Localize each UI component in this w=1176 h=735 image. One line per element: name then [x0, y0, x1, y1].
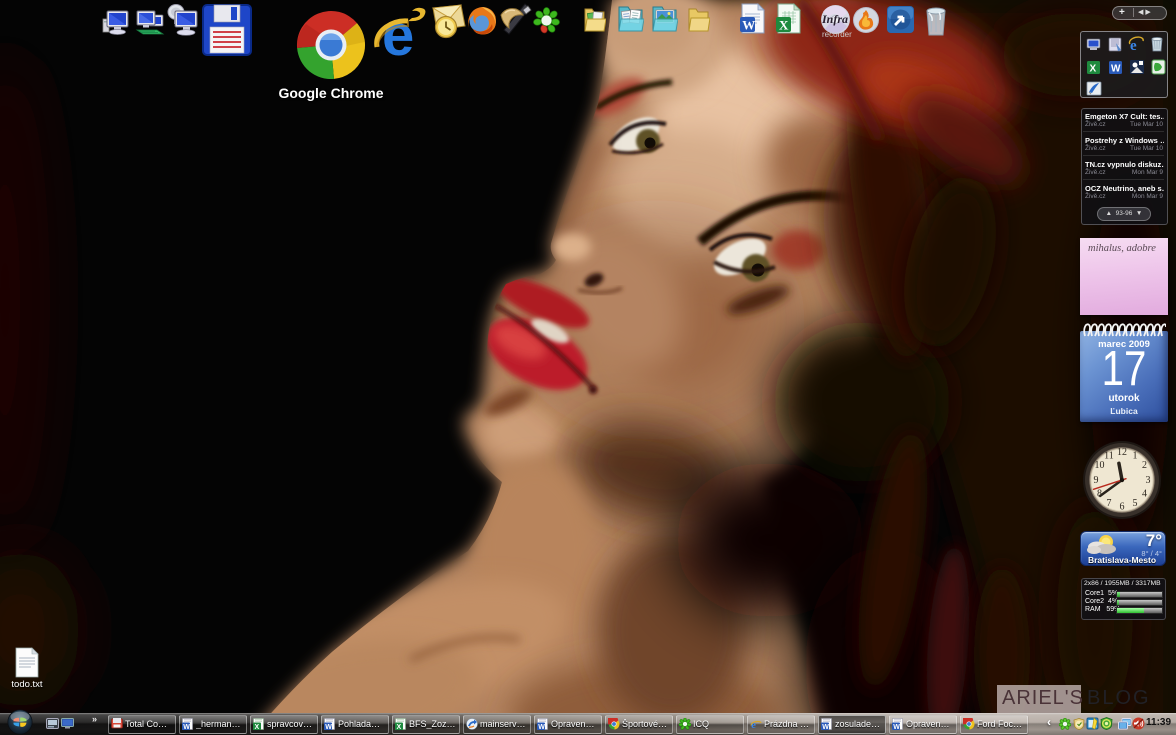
svg-text:2: 2 [1142, 460, 1147, 471]
svg-text:W: W [183, 724, 190, 730]
svg-text:W: W [325, 724, 332, 730]
svg-text:1: 1 [1133, 451, 1138, 462]
svg-text:3: 3 [1146, 475, 1151, 486]
svg-text:W: W [822, 724, 829, 730]
svg-text:X: X [397, 724, 402, 730]
svg-text:9: 9 [1094, 475, 1099, 486]
svg-text:6: 6 [1120, 502, 1125, 513]
svg-text:e: e [751, 719, 756, 730]
svg-text:12: 12 [1117, 447, 1127, 458]
svg-text:5: 5 [1133, 498, 1138, 509]
svg-text:W: W [1111, 64, 1121, 75]
svg-text:X: X [255, 724, 260, 730]
svg-text:10: 10 [1095, 460, 1105, 471]
svg-text:4: 4 [1142, 489, 1147, 500]
svg-text:7: 7 [1107, 498, 1112, 509]
svg-text:X: X [779, 18, 789, 33]
svg-text:recorder: recorder [822, 30, 852, 39]
svg-text:W: W [538, 724, 545, 730]
svg-text:W: W [893, 724, 900, 730]
svg-text:X: X [1090, 64, 1097, 75]
svg-text:W: W [742, 18, 755, 33]
svg-text:Infra: Infra [821, 12, 848, 26]
svg-text:e: e [382, 5, 414, 61]
svg-text:11: 11 [1104, 451, 1114, 462]
